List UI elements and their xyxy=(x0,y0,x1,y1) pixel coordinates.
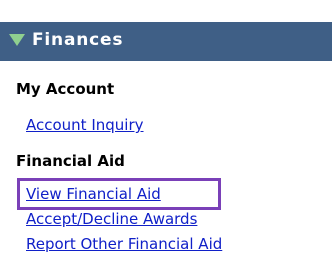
expand-triangle-icon[interactable] xyxy=(9,34,25,46)
financial-aid-heading: Financial Aid xyxy=(16,152,125,170)
account-inquiry-link[interactable]: Account Inquiry xyxy=(26,116,144,134)
my-account-heading: My Account xyxy=(16,80,115,98)
view-financial-aid-link[interactable]: View Financial Aid xyxy=(26,185,161,203)
report-other-financial-aid-link[interactable]: Report Other Financial Aid xyxy=(26,235,222,253)
accept-decline-awards-link[interactable]: Accept/Decline Awards xyxy=(26,210,197,228)
finances-panel: Finances My Account Account Inquiry Fina… xyxy=(0,0,332,259)
finances-header[interactable]: Finances xyxy=(0,22,332,61)
finances-title: Finances xyxy=(32,30,124,50)
